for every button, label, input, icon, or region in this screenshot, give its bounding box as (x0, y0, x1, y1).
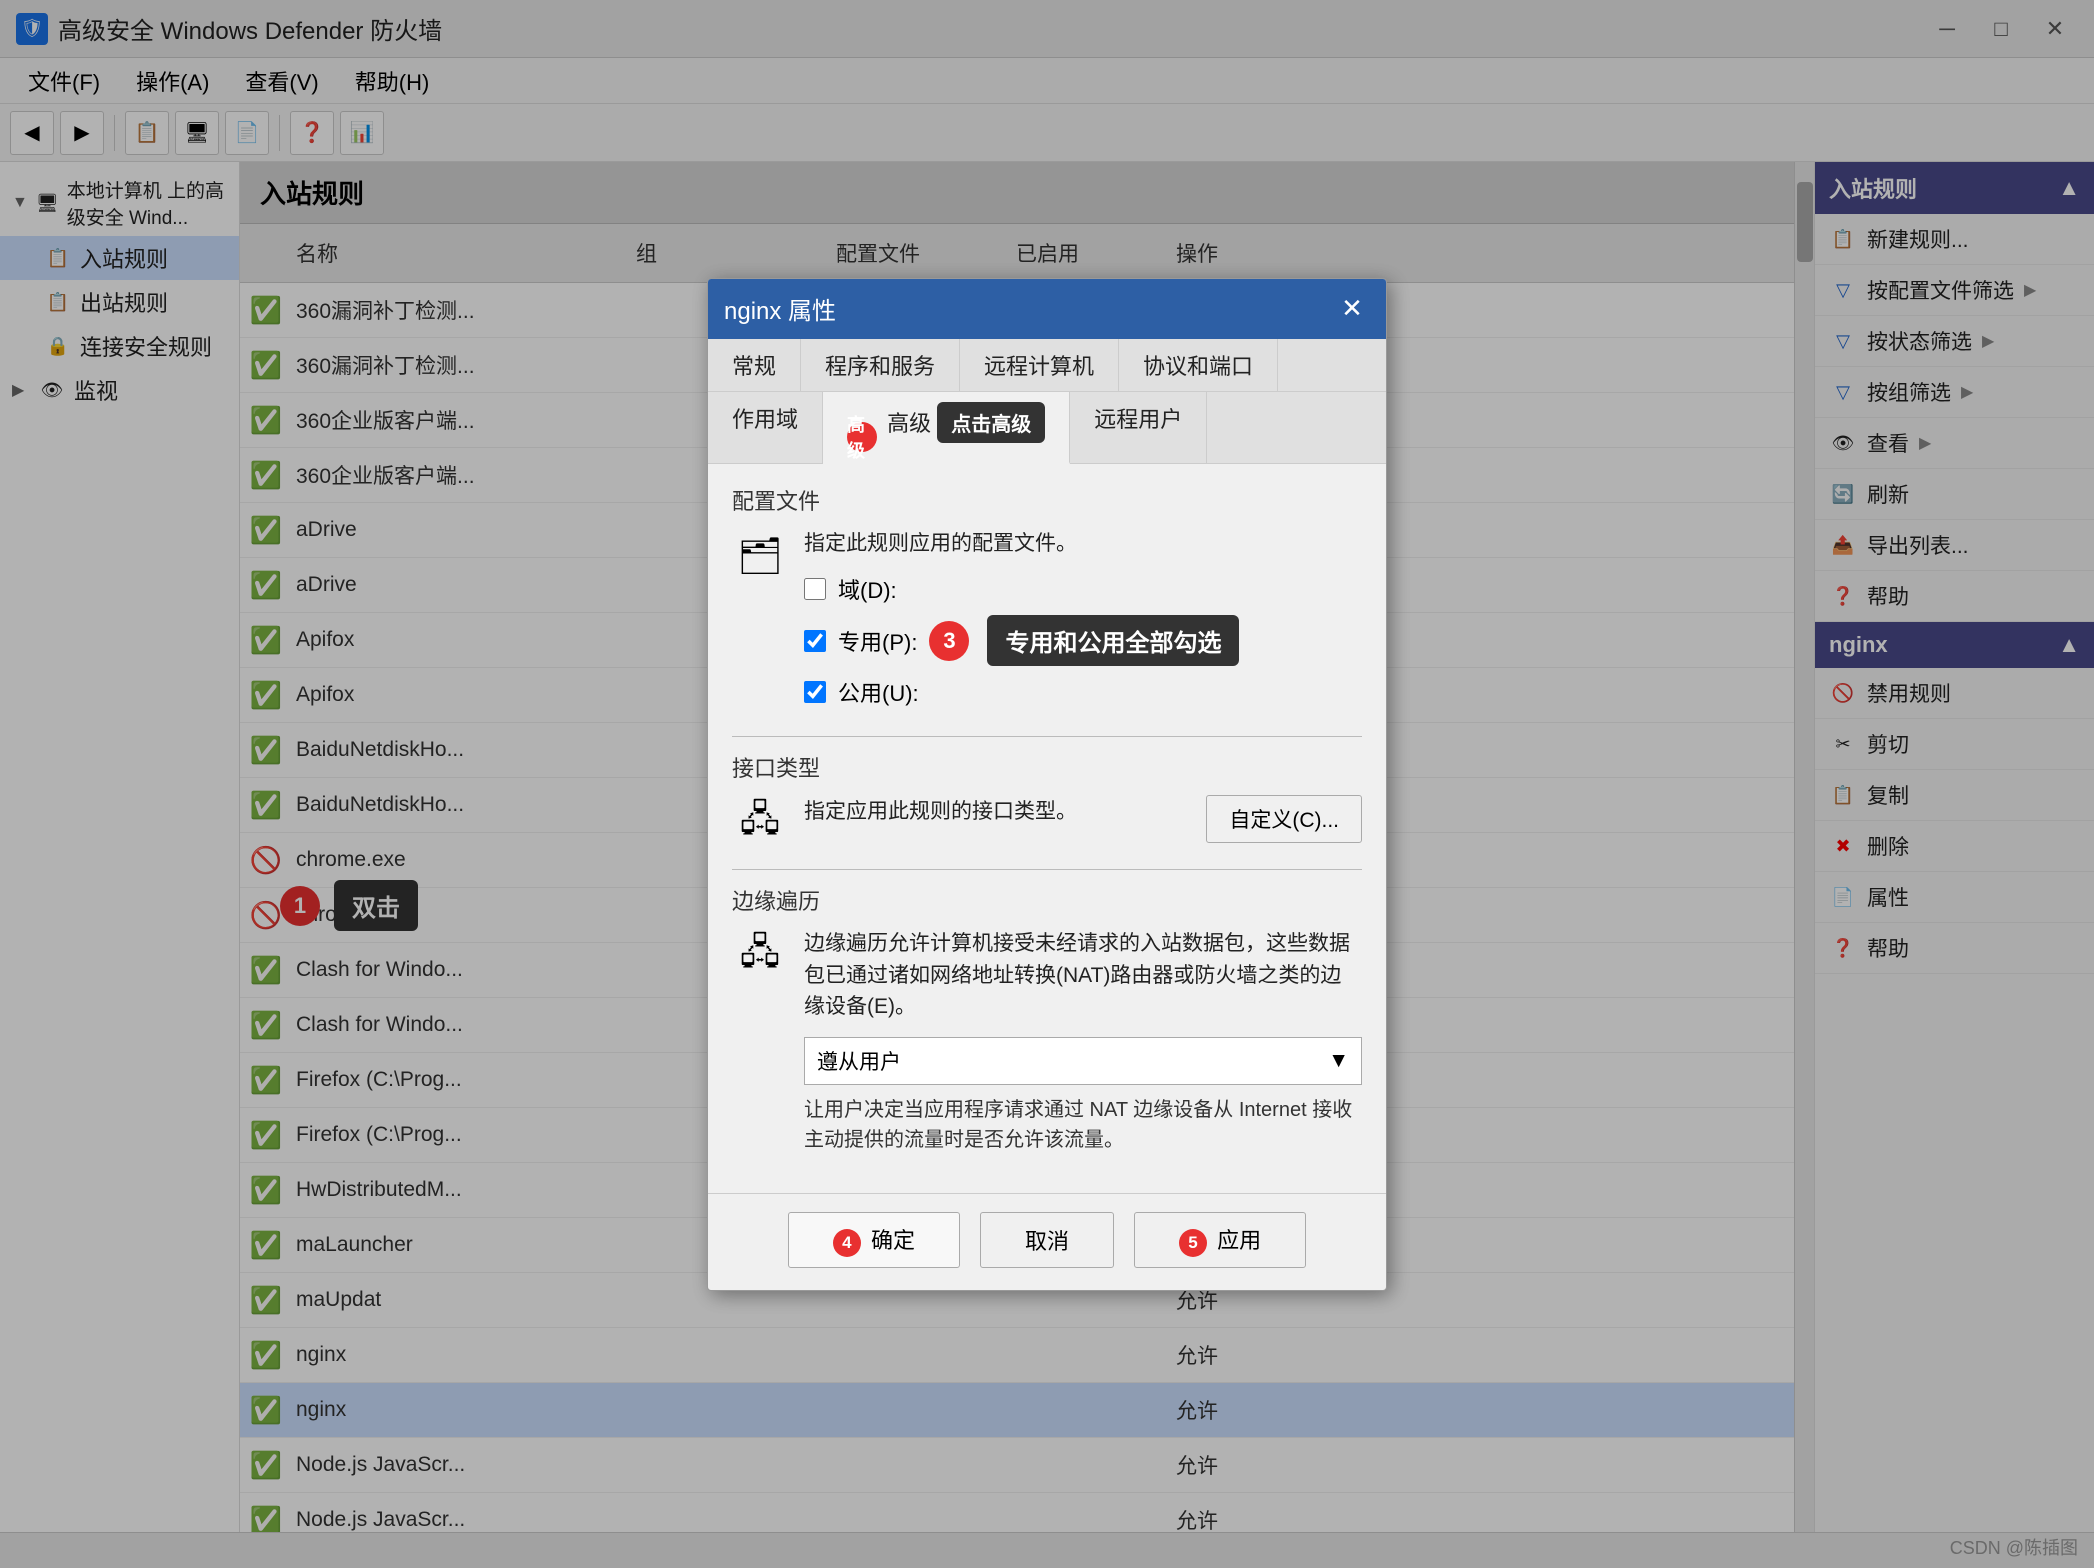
customize-button[interactable]: 自定义(C)... (1206, 795, 1362, 843)
modal-tab-advanced-label: 高级 (887, 411, 931, 436)
modal-tab-protocol[interactable]: 协议和端口 (1119, 339, 1278, 391)
edge-dropdown-value: 遵从用户 (817, 1046, 901, 1076)
private-checkbox-row: 专用(P): 3 专用和公用全部勾选 (804, 615, 1362, 666)
step2-tooltip: 点击高级 (937, 402, 1045, 443)
edge-icon: 🖧 (732, 928, 788, 984)
modal-dialog: nginx 属性 ✕ 常规 程序和服务 远程计算机 协议和端口 作用域 高级 高… (707, 278, 1387, 1291)
interface-section-title: 接口类型 (732, 751, 1362, 783)
ok-button-label: 4 确定 (833, 1228, 915, 1253)
private-checkbox[interactable] (804, 630, 826, 652)
cancel-button[interactable]: 取消 (980, 1212, 1114, 1268)
profile-section-content: 指定此规则应用的配置文件。 域(D): 专用(P): 3 专用和公用全部勾选 (804, 528, 1362, 719)
profile-desc: 指定此规则应用的配置文件。 (804, 528, 1362, 560)
modal-tab-remote-user[interactable]: 远程用户 (1070, 392, 1207, 463)
profile-icon: 🗂 (732, 528, 788, 584)
edge-section-title: 边缘遍历 (732, 884, 1362, 916)
public-label: 公用(U): (838, 676, 919, 708)
modal-tab-programs[interactable]: 程序和服务 (801, 339, 960, 391)
apply-button[interactable]: 5 应用 (1134, 1212, 1306, 1268)
modal-overlay: nginx 属性 ✕ 常规 程序和服务 远程计算机 协议和端口 作用域 高级 高… (0, 0, 2094, 1568)
modal-tab-remote-computer[interactable]: 远程计算机 (960, 339, 1119, 391)
interface-icon: 🖧 (732, 795, 788, 851)
section-separator1 (732, 736, 1362, 737)
public-checkbox-row: 公用(U): (804, 676, 1362, 708)
modal-close-button[interactable]: ✕ (1334, 291, 1370, 327)
edge-section-row: 🖧 边缘遍历允许计算机接受未经请求的入站数据包，这些数据包已通过诸如网络地址转换… (732, 928, 1362, 1155)
modal-tabs-row2: 作用域 高级 高级 点击高级 远程用户 (708, 392, 1386, 464)
interface-section-row: 🖧 指定应用此规则的接口类型。 自定义(C)... (732, 795, 1362, 851)
section-separator2 (732, 869, 1362, 870)
modal-tab-advanced-badge: 高级 (847, 411, 887, 436)
ok-label: 确定 (871, 1228, 915, 1253)
modal-tabs: 常规 程序和服务 远程计算机 协议和端口 (708, 339, 1386, 392)
step4-badge: 4 (833, 1229, 861, 1257)
domain-checkbox[interactable] (804, 578, 826, 600)
step3-tooltip: 专用和公用全部勾选 (987, 615, 1239, 666)
interface-section-content: 指定应用此规则的接口类型。 自定义(C)... (804, 795, 1362, 843)
edge-dropdown-desc: 让用户决定当应用程序请求通过 NAT 边缘设备从 Internet 接收主动提供… (804, 1095, 1362, 1155)
private-label: 专用(P): (838, 625, 917, 657)
interface-desc: 指定应用此规则的接口类型。 (804, 796, 1077, 828)
modal-tab-scope[interactable]: 作用域 (708, 392, 823, 463)
edge-dropdown[interactable]: 遵从用户 ▼ (804, 1037, 1362, 1085)
edge-dropdown-arrow: ▼ (1328, 1049, 1349, 1073)
step2-badge: 高级 (847, 422, 877, 452)
step3-tooltip-text: 专用和公用全部勾选 (1005, 623, 1221, 658)
domain-checkbox-row: 域(D): (804, 573, 1362, 605)
apply-label: 应用 (1217, 1228, 1261, 1253)
public-checkbox[interactable] (804, 681, 826, 703)
apply-button-label: 5 应用 (1179, 1228, 1261, 1253)
step3-badge: 3 (929, 621, 969, 661)
step2-tooltip-text: 点击高级 (951, 408, 1031, 437)
modal-footer: 4 确定 取消 5 应用 (708, 1193, 1386, 1290)
modal-titlebar: nginx 属性 ✕ (708, 279, 1386, 339)
modal-tab-advanced[interactable]: 高级 高级 点击高级 (823, 392, 1070, 464)
profile-section-title: 配置文件 (732, 484, 1362, 516)
step5-badge: 5 (1179, 1229, 1207, 1257)
edge-section-content: 边缘遍历允许计算机接受未经请求的入站数据包，这些数据包已通过诸如网络地址转换(N… (804, 928, 1362, 1155)
modal-body: 配置文件 🗂 指定此规则应用的配置文件。 域(D): 专用(P): 3 (708, 464, 1386, 1193)
edge-desc: 边缘遍历允许计算机接受未经请求的入站数据包，这些数据包已通过诸如网络地址转换(N… (804, 928, 1362, 1023)
domain-label: 域(D): (838, 573, 897, 605)
modal-tab-general[interactable]: 常规 (708, 339, 801, 391)
modal-title: nginx 属性 (724, 291, 836, 326)
profile-section-row: 🗂 指定此规则应用的配置文件。 域(D): 专用(P): 3 专用和 (732, 528, 1362, 719)
ok-button[interactable]: 4 确定 (788, 1212, 960, 1268)
